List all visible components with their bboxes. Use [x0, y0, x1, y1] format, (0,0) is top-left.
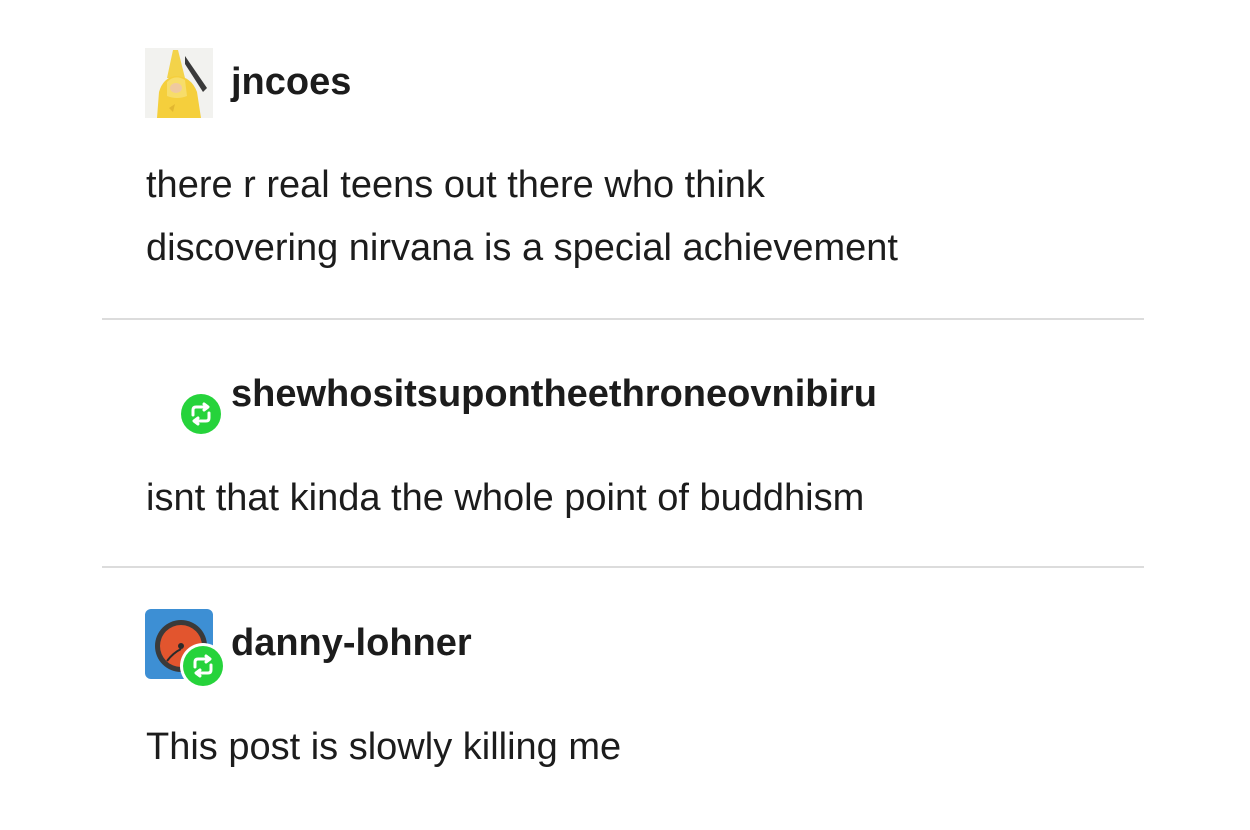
username[interactable]: jncoes [231, 60, 351, 104]
post-text-line: isnt that kinda the whole point of buddh… [146, 477, 865, 519]
post-text-line: discovering nirvana is a special achieve… [146, 227, 898, 269]
username[interactable]: danny-lohner [231, 621, 472, 665]
reblog-badge [180, 643, 226, 689]
divider [102, 566, 1144, 568]
reblog-icon [193, 654, 213, 678]
avatar-jncoes[interactable] [145, 48, 213, 118]
post-text-line: there r real teens out there who think [146, 164, 765, 206]
yellow-raincoat-avatar-icon [145, 48, 213, 118]
reblog-icon [191, 402, 211, 426]
post-text-line: This post is slowly killing me [146, 726, 622, 768]
divider [102, 318, 1144, 320]
reblog-badge [178, 391, 224, 437]
username[interactable]: shewhositsupontheethroneovnibiru [231, 372, 877, 416]
